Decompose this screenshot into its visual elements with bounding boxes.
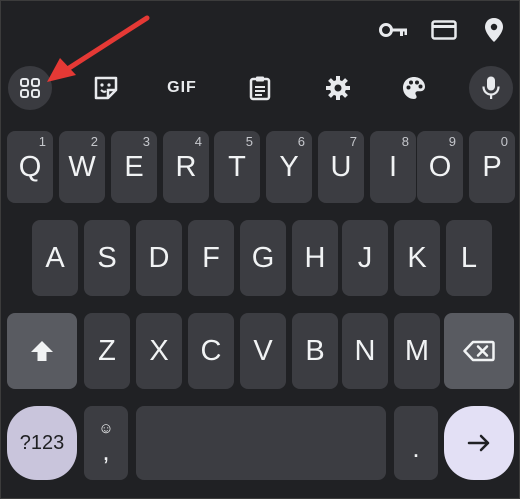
key-hint: 6: [297, 134, 305, 149]
key-h[interactable]: H: [292, 220, 338, 296]
key-hint: 4: [194, 134, 202, 149]
key-u[interactable]: 7U: [318, 131, 364, 203]
key-k[interactable]: K: [394, 220, 440, 296]
gear-icon: [325, 75, 351, 101]
apps-grid-button[interactable]: [8, 66, 52, 110]
card-icon[interactable]: [428, 14, 460, 46]
key-label: Q: [18, 150, 42, 183]
key-v[interactable]: V: [240, 313, 286, 389]
key-m[interactable]: M: [394, 313, 440, 389]
key-label: P: [482, 150, 502, 183]
key-hint: 8: [401, 134, 409, 149]
key-x[interactable]: X: [136, 313, 182, 389]
key-g[interactable]: G: [240, 220, 286, 296]
enter-key[interactable]: [444, 406, 514, 480]
voice-input-button[interactable]: [469, 66, 513, 110]
arrow-right-icon: [467, 434, 491, 452]
key-icon[interactable]: [378, 14, 410, 46]
key-b[interactable]: B: [292, 313, 338, 389]
microphone-icon: [481, 75, 501, 101]
key-t[interactable]: 5T: [214, 131, 260, 203]
key-hint: 9: [448, 134, 456, 149]
key-i[interactable]: 8I: [370, 131, 416, 203]
comma-label: ,: [102, 436, 110, 466]
key-s[interactable]: S: [84, 220, 130, 296]
theme-button[interactable]: [392, 66, 436, 110]
sticker-icon: [93, 75, 119, 101]
key-hint: 5: [245, 134, 253, 149]
autofill-strip: [0, 0, 520, 60]
gif-button[interactable]: GIF: [160, 66, 204, 110]
key-label: R: [175, 150, 197, 183]
spacebar[interactable]: [136, 406, 386, 480]
location-pin-icon[interactable]: [478, 14, 510, 46]
settings-button[interactable]: [316, 66, 360, 110]
key-label: E: [124, 150, 144, 183]
key-hint: 7: [349, 134, 357, 149]
gif-label: GIF: [167, 79, 197, 96]
key-label: O: [428, 150, 452, 183]
key-hint: 1: [38, 134, 46, 149]
clipboard-button[interactable]: [238, 66, 282, 110]
key-p[interactable]: 0P: [469, 131, 515, 203]
keyboard-toolbar: GIF: [0, 60, 520, 120]
key-label: I: [388, 150, 398, 183]
key-label: T: [228, 150, 246, 183]
key-label: W: [68, 150, 96, 183]
key-label: Y: [279, 150, 299, 183]
palette-icon: [401, 75, 427, 101]
key-l[interactable]: L: [446, 220, 492, 296]
key-z[interactable]: Z: [84, 313, 130, 389]
key-label: U: [330, 150, 352, 183]
key-r[interactable]: 4R: [163, 131, 209, 203]
comma-key[interactable]: ☺ ,: [84, 406, 128, 480]
key-e[interactable]: 3E: [111, 131, 157, 203]
key-o[interactable]: 9O: [417, 131, 463, 203]
key-y[interactable]: 6Y: [266, 131, 312, 203]
key-w[interactable]: 2W: [59, 131, 105, 203]
key-d[interactable]: D: [136, 220, 182, 296]
shift-arrow-icon: [30, 340, 54, 362]
key-c[interactable]: C: [188, 313, 234, 389]
backspace-icon: [463, 340, 495, 362]
emoji-icon: ☺: [98, 420, 114, 437]
clipboard-icon: [249, 75, 271, 101]
period-key[interactable]: .: [394, 406, 438, 480]
apps-grid-icon: [19, 77, 41, 99]
key-j[interactable]: J: [342, 220, 388, 296]
key-hint: 2: [90, 134, 98, 149]
key-n[interactable]: N: [342, 313, 388, 389]
sticker-button[interactable]: [84, 66, 128, 110]
symbols-key[interactable]: ?123: [7, 406, 77, 480]
backspace-key[interactable]: [444, 313, 514, 389]
key-f[interactable]: F: [188, 220, 234, 296]
key-hint: 3: [142, 134, 150, 149]
key-q[interactable]: 1Q: [7, 131, 53, 203]
shift-key[interactable]: [7, 313, 77, 389]
key-a[interactable]: A: [32, 220, 78, 296]
key-hint: 0: [500, 134, 508, 149]
